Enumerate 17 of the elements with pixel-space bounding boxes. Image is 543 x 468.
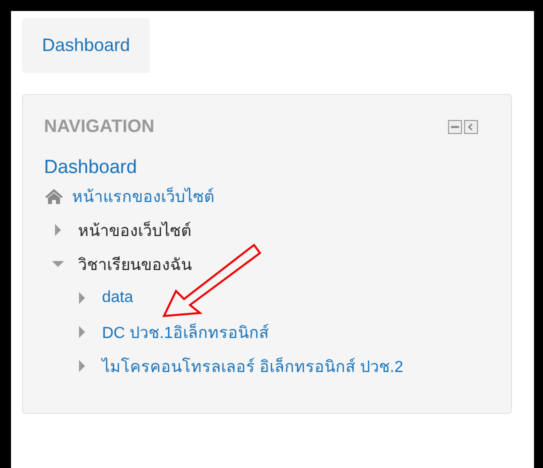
nav-link[interactable]: data	[102, 289, 134, 307]
collapsed-icon[interactable]	[76, 360, 88, 372]
nav-link[interactable]: หน้าแรกของเว็บไซต์	[72, 184, 214, 208]
collapsed-icon[interactable]	[76, 326, 88, 338]
nav-link[interactable]: ไมโครคอนโทรลเลอร์ อิเล็กทรอนิกส์ ปวช.2	[102, 354, 404, 378]
collapsed-icon[interactable]	[76, 292, 88, 304]
nav-link[interactable]: DC ปวช.1อิเล็กทรอนิกส์	[102, 320, 269, 344]
dashboard-button[interactable]: Dashboard	[22, 18, 150, 73]
nav-item[interactable]: หน้าของเว็บไซต์	[78, 218, 191, 242]
dashboard-link[interactable]: Dashboard	[44, 157, 490, 179]
block-title: NAVIGATION	[44, 116, 154, 137]
minimize-icon[interactable]	[448, 120, 462, 134]
collapsed-icon[interactable]	[52, 224, 64, 236]
nav-item[interactable]: วิชาเรียนของฉัน	[78, 252, 192, 276]
dock-icon[interactable]	[464, 120, 478, 134]
expanded-icon[interactable]	[52, 258, 64, 270]
home-icon	[44, 188, 64, 204]
